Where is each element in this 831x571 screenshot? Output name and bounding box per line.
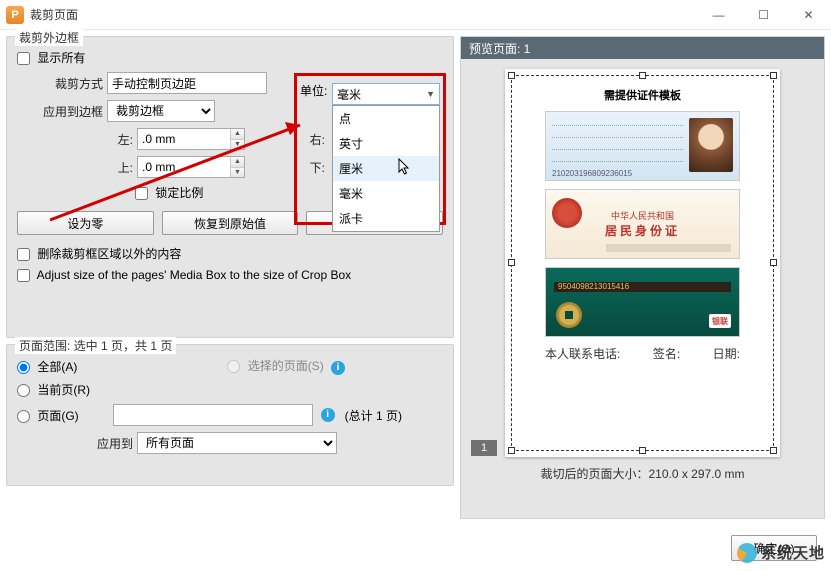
spin-up-icon[interactable]: ▲: [230, 129, 244, 140]
unit-option-mm[interactable]: 毫米: [333, 181, 439, 206]
crop-margin-legend: 裁剪外边框: [15, 29, 83, 46]
apply-to-label: 应用到: [17, 435, 133, 452]
spin-down-icon[interactable]: ▼: [230, 168, 244, 178]
id-card-back: 中华人民共和国 居民身份证: [545, 189, 740, 259]
radio-all-text: 全部(A): [37, 360, 77, 374]
radio-pages[interactable]: [17, 410, 30, 423]
crop-size-info: 裁切后的页面大小：210.0 x 297.0 mm: [540, 457, 744, 486]
unit-option-cm[interactable]: 厘米: [333, 156, 439, 181]
preview-header: 预览页面: 1: [461, 37, 824, 59]
unit-option-inch[interactable]: 英寸: [333, 131, 439, 156]
right-label: 右:: [249, 131, 325, 148]
adjust-media-checkbox-label[interactable]: Adjust size of the pages' Media Box to t…: [17, 268, 351, 282]
radio-all-label[interactable]: 全部(A): [17, 358, 77, 375]
handle-bl[interactable]: [508, 447, 515, 454]
preview-page[interactable]: 需提供证件模板 210203196809236015 中华人民共和国 居民身份证…: [505, 69, 780, 457]
watermark-icon: [737, 543, 757, 563]
radio-current-label[interactable]: 当前页(R): [17, 381, 90, 398]
minimize-button[interactable]: —: [696, 0, 741, 30]
remove-outside-text: 删除裁剪框区域以外的内容: [37, 247, 181, 261]
close-button[interactable]: ✕: [786, 0, 831, 30]
handle-bm[interactable]: [639, 447, 646, 454]
radio-selected-label[interactable]: 选择的页面(S) i: [227, 357, 345, 375]
handle-mr[interactable]: [770, 259, 777, 266]
bottom-label: 下:: [249, 159, 325, 176]
radio-selected[interactable]: [227, 360, 240, 373]
pages-input[interactable]: [113, 404, 313, 426]
handle-br[interactable]: [770, 447, 777, 454]
maximize-button[interactable]: ☐: [741, 0, 786, 30]
watermark-text: 系统天地: [761, 542, 825, 563]
app-icon: P: [6, 6, 24, 24]
radio-current-text: 当前页(R): [37, 383, 90, 397]
handle-tl[interactable]: [508, 72, 515, 79]
unit-option-pica[interactable]: 派卡: [333, 206, 439, 231]
spin-down-icon[interactable]: ▼: [230, 140, 244, 150]
crop-method-input[interactable]: [107, 72, 267, 94]
unit-option-point[interactable]: 点: [333, 106, 439, 131]
handle-tm[interactable]: [639, 72, 646, 79]
lock-ratio-text: 锁定比例: [155, 186, 203, 200]
id-card-front: 210203196809236015: [545, 111, 740, 181]
info-icon: i: [321, 408, 335, 422]
info-icon: i: [331, 361, 345, 375]
radio-pages-label[interactable]: 页面(G): [17, 407, 79, 424]
remove-outside-checkbox[interactable]: [17, 248, 30, 261]
show-all-checkbox-label[interactable]: 显示所有: [17, 49, 85, 66]
unit-dropdown[interactable]: 毫米 ▼ 点 英寸 厘米 毫米 派卡: [332, 83, 440, 232]
radio-pages-text: 页面(G): [37, 409, 78, 423]
page-number-tab[interactable]: 1: [471, 440, 497, 456]
unit-selected: 毫米: [337, 86, 361, 103]
show-all-text: 显示所有: [37, 51, 85, 65]
apply-border-select[interactable]: 裁剪边框: [107, 100, 215, 122]
apply-to-select[interactable]: 所有页面: [137, 432, 337, 454]
restore-button[interactable]: 恢复到原始值: [162, 211, 299, 235]
cursor-icon: [398, 158, 412, 179]
adjust-media-checkbox[interactable]: [17, 269, 30, 282]
show-all-checkbox[interactable]: [17, 52, 30, 65]
radio-current[interactable]: [17, 384, 30, 397]
handle-ml[interactable]: [508, 259, 515, 266]
handle-tr[interactable]: [770, 72, 777, 79]
total-pages-text: (总计 1 页): [345, 407, 402, 424]
set-zero-button[interactable]: 设为零: [17, 211, 154, 235]
chevron-down-icon: ▼: [426, 89, 435, 99]
top-label: 上:: [17, 159, 133, 176]
bank-card: 9504098213015416 银联: [545, 267, 740, 337]
remove-outside-checkbox-label[interactable]: 删除裁剪框区域以外的内容: [17, 245, 181, 262]
apply-border-label: 应用到边框: [17, 103, 103, 120]
adjust-media-text: Adjust size of the pages' Media Box to t…: [37, 268, 351, 282]
spin-up-icon[interactable]: ▲: [230, 157, 244, 168]
top-input[interactable]: [137, 156, 245, 178]
lock-ratio-checkbox[interactable]: [135, 187, 148, 200]
page-range-legend: 页面范围: 选中 1 页，共 1 页: [15, 337, 176, 354]
watermark: 系统天地: [737, 542, 825, 563]
window-title: 裁剪页面: [30, 6, 78, 23]
radio-selected-text: 选择的页面(S): [248, 359, 324, 373]
crop-method-label: 裁剪方式: [17, 75, 103, 92]
radio-all[interactable]: [17, 361, 30, 374]
lock-ratio-checkbox-label[interactable]: 锁定比例: [135, 184, 203, 201]
unit-label: 单位:: [300, 82, 327, 99]
left-label: 左:: [17, 131, 133, 148]
left-input[interactable]: [137, 128, 245, 150]
